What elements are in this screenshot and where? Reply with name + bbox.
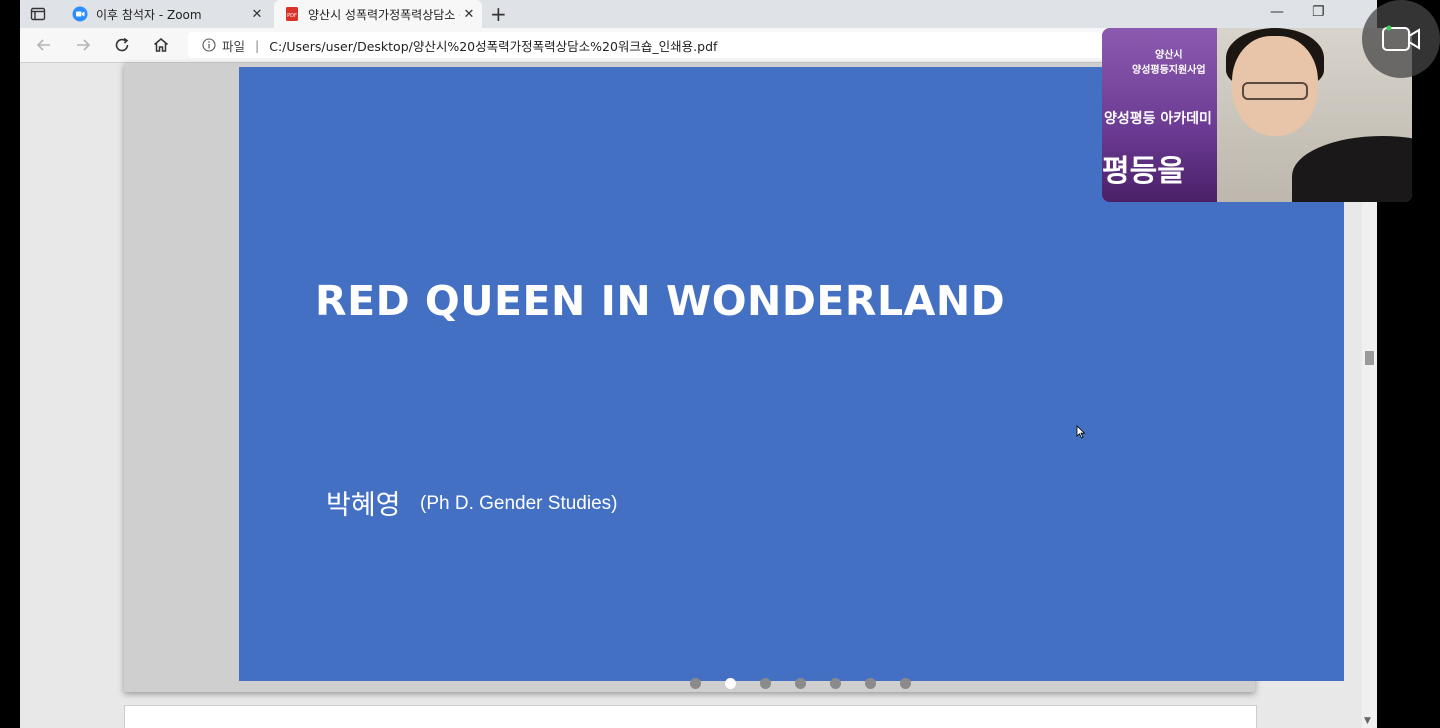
- page-dot[interactable]: [865, 678, 876, 689]
- page-dot[interactable]: [725, 678, 736, 689]
- pdf-page-next: [124, 705, 1257, 728]
- pdf-page: RED QUEEN IN WONDERLAND 박혜영 (Ph D. Gende…: [124, 63, 1344, 692]
- page-dot[interactable]: [900, 678, 911, 689]
- url-scheme-label: 파일: [222, 38, 246, 54]
- new-tab-icon[interactable]: +: [490, 2, 507, 26]
- page-dot[interactable]: [760, 678, 771, 689]
- minimize-icon[interactable]: —: [1270, 4, 1284, 20]
- camera-icon: [1382, 25, 1420, 51]
- tab-pdf[interactable]: PDF 양산시 성폭력가정폭력상담소 워 ✕: [274, 0, 482, 28]
- slide-title: RED QUEEN IN WONDERLAND: [315, 277, 1006, 325]
- back-icon[interactable]: [34, 35, 54, 55]
- banner: 양산시 양성평등지원사업 양성평등 아카데미 평등을: [1102, 28, 1217, 202]
- maximize-icon[interactable]: ❐: [1312, 4, 1325, 20]
- url-separator: |: [255, 37, 260, 53]
- forward-icon[interactable]: [73, 35, 93, 55]
- slide-author: 박혜영: [326, 490, 401, 521]
- info-icon[interactable]: [202, 38, 216, 52]
- slide-credentials: (Ph D. Gender Studies): [420, 493, 618, 514]
- close-icon[interactable]: ✕: [460, 7, 478, 22]
- tab-toggle-icon[interactable]: [30, 6, 46, 22]
- participant-glasses: [1242, 82, 1308, 100]
- scroll-thumb[interactable]: [1365, 351, 1374, 365]
- banner-text-bottom: 평등을: [1102, 154, 1185, 189]
- camera-button[interactable]: [1362, 0, 1440, 78]
- pdf-icon: PDF: [286, 7, 298, 21]
- tab-title: 이후 참석자 - Zoom: [96, 7, 202, 22]
- tab-bar: 이후 참석자 - Zoom ✕ PDF 양산시 성폭력가정폭력상담소 워 ✕ +…: [20, 0, 1377, 28]
- url-text: C:/Users/user/Desktop/양산시%20성폭력가정폭력상담소%2…: [269, 38, 718, 54]
- scroll-down-icon[interactable]: ▼: [1364, 716, 1371, 726]
- cursor-icon: [1076, 425, 1086, 439]
- page-dot[interactable]: [830, 678, 841, 689]
- page-dot[interactable]: [795, 678, 806, 689]
- refresh-icon[interactable]: [112, 35, 132, 55]
- svg-text:PDF: PDF: [287, 13, 297, 19]
- banner-text-middle: 양성평등 아카데미: [1104, 111, 1212, 127]
- home-icon[interactable]: [151, 35, 171, 55]
- close-icon[interactable]: ✕: [248, 7, 266, 22]
- zoom-icon: [72, 6, 88, 22]
- slide-page-dots: [690, 678, 911, 689]
- tab-zoom[interactable]: 이후 참석자 - Zoom ✕: [62, 0, 270, 28]
- tab-title: 양산시 성폭력가정폭력상담소 워: [308, 7, 460, 22]
- banner-text-top: 양산시 양성평등지원사업: [1132, 50, 1206, 76]
- page-dot[interactable]: [690, 678, 701, 689]
